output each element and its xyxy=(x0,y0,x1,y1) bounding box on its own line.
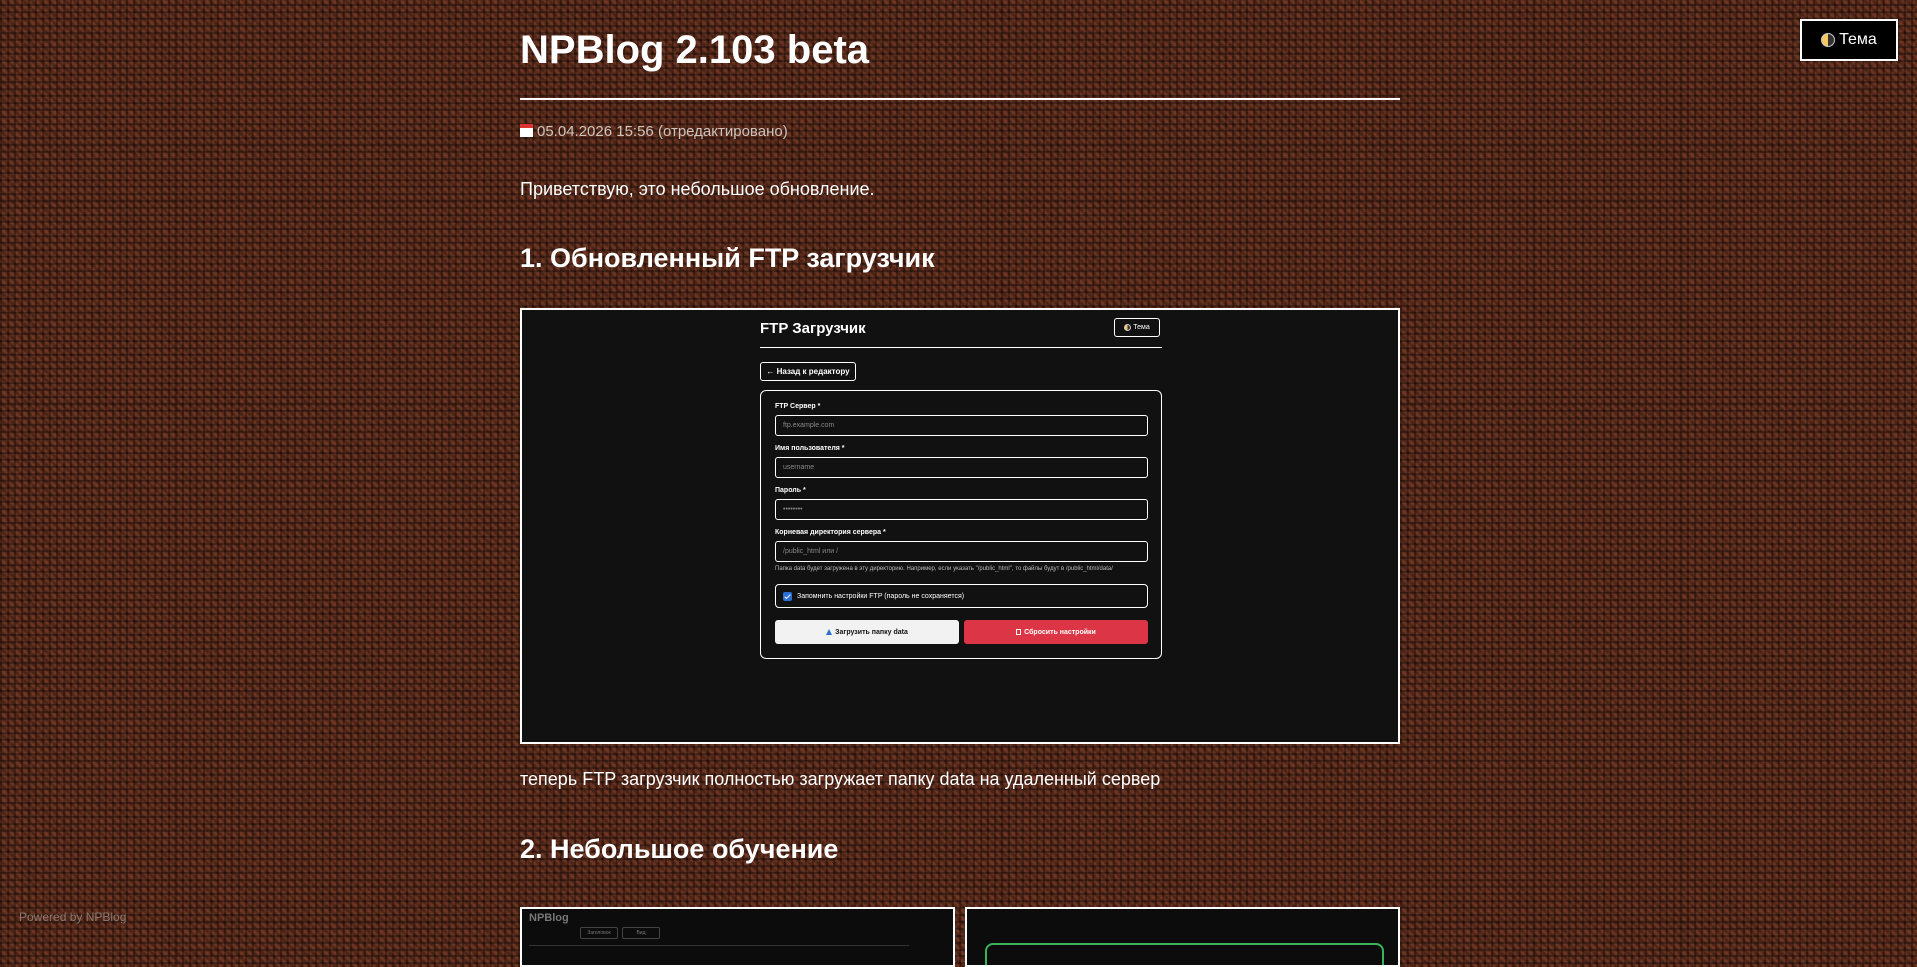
ftp-password-label: Пароль * xyxy=(775,487,806,494)
section-heading-ftp: 1. Обновленный FTP загрузчик xyxy=(520,243,935,273)
ftp-reset-button: Сбросить настройки xyxy=(964,620,1148,644)
ftp-description: теперь FTP загрузчик полностью загружает… xyxy=(520,769,1161,789)
post-title: NPBlog 2.103 beta xyxy=(520,28,870,72)
ftp-root-dir-hint: Папка data будет загружена в эту директо… xyxy=(775,566,1113,572)
thumb-highlight-box xyxy=(985,943,1384,965)
post-date: 05.04.2026 15:56 (отредактировано) xyxy=(520,123,788,140)
thumb-divider xyxy=(529,945,909,946)
title-divider xyxy=(520,98,1400,100)
calendar-icon xyxy=(520,124,533,137)
thumb-tab-view: Вид xyxy=(622,927,660,939)
ftp-root-dir-field: /public_html или / xyxy=(775,541,1148,562)
ftp-uploader-screenshot[interactable]: FTP Загрузчик Тема ← Назад к редактору F… xyxy=(520,308,1400,744)
tutorial-screenshot-right[interactable] xyxy=(965,907,1400,967)
ftp-page-title: FTP Загрузчик xyxy=(760,320,866,337)
post-date-text: 05.04.2026 15:56 (отредактировано) xyxy=(537,123,788,140)
ftp-username-label: Имя пользователя * xyxy=(775,445,845,452)
tutorial-screenshot-left[interactable]: NPBlog Заголовок Вид xyxy=(520,907,955,967)
ftp-settings-card: FTP Сервер * ftp.example.com Имя пользов… xyxy=(760,390,1162,659)
ftp-reset-label: Сбросить настройки xyxy=(1024,628,1096,636)
ftp-back-button: ← Назад к редактору xyxy=(760,362,856,381)
ftp-server-field: ftp.example.com xyxy=(775,415,1148,436)
post-intro: Приветствую, это небольшое обновление. xyxy=(520,179,875,199)
ftp-remember-label: Запомнить настройки FTP (пароль не сохра… xyxy=(797,592,965,600)
section-heading-tutorial: 2. Небольшое обучение xyxy=(520,834,839,864)
ftp-server-label: FTP Сервер * xyxy=(775,403,821,410)
ftp-remember-checkbox: Запомнить настройки FTP (пароль не сохра… xyxy=(775,584,1148,608)
ftp-upload-label: Загрузить папку data xyxy=(835,628,908,636)
ftp-title-divider xyxy=(760,347,1162,348)
ftp-theme-button: Тема xyxy=(1114,318,1160,337)
checkbox-checked-icon xyxy=(783,591,792,601)
theme-toggle-label: Тема xyxy=(1839,31,1877,48)
ftp-password-field: •••••••• xyxy=(775,499,1148,520)
half-moon-icon xyxy=(1124,324,1132,331)
powered-by-footer: Powered by NPBlog xyxy=(19,910,127,924)
ftp-root-dir-label: Корневая директория сервера * xyxy=(775,529,886,536)
trash-icon xyxy=(1016,629,1022,635)
theme-toggle-button[interactable]: Тема xyxy=(1800,19,1898,61)
thumb-tab-title: Заголовок xyxy=(580,927,618,939)
upload-icon xyxy=(826,629,833,635)
ftp-upload-button: Загрузить папку data xyxy=(775,620,959,644)
ftp-username-field: username xyxy=(775,457,1148,478)
ftp-theme-label: Тема xyxy=(1133,324,1150,331)
thumb-app-title: NPBlog xyxy=(529,912,569,924)
half-moon-icon xyxy=(1821,33,1836,47)
